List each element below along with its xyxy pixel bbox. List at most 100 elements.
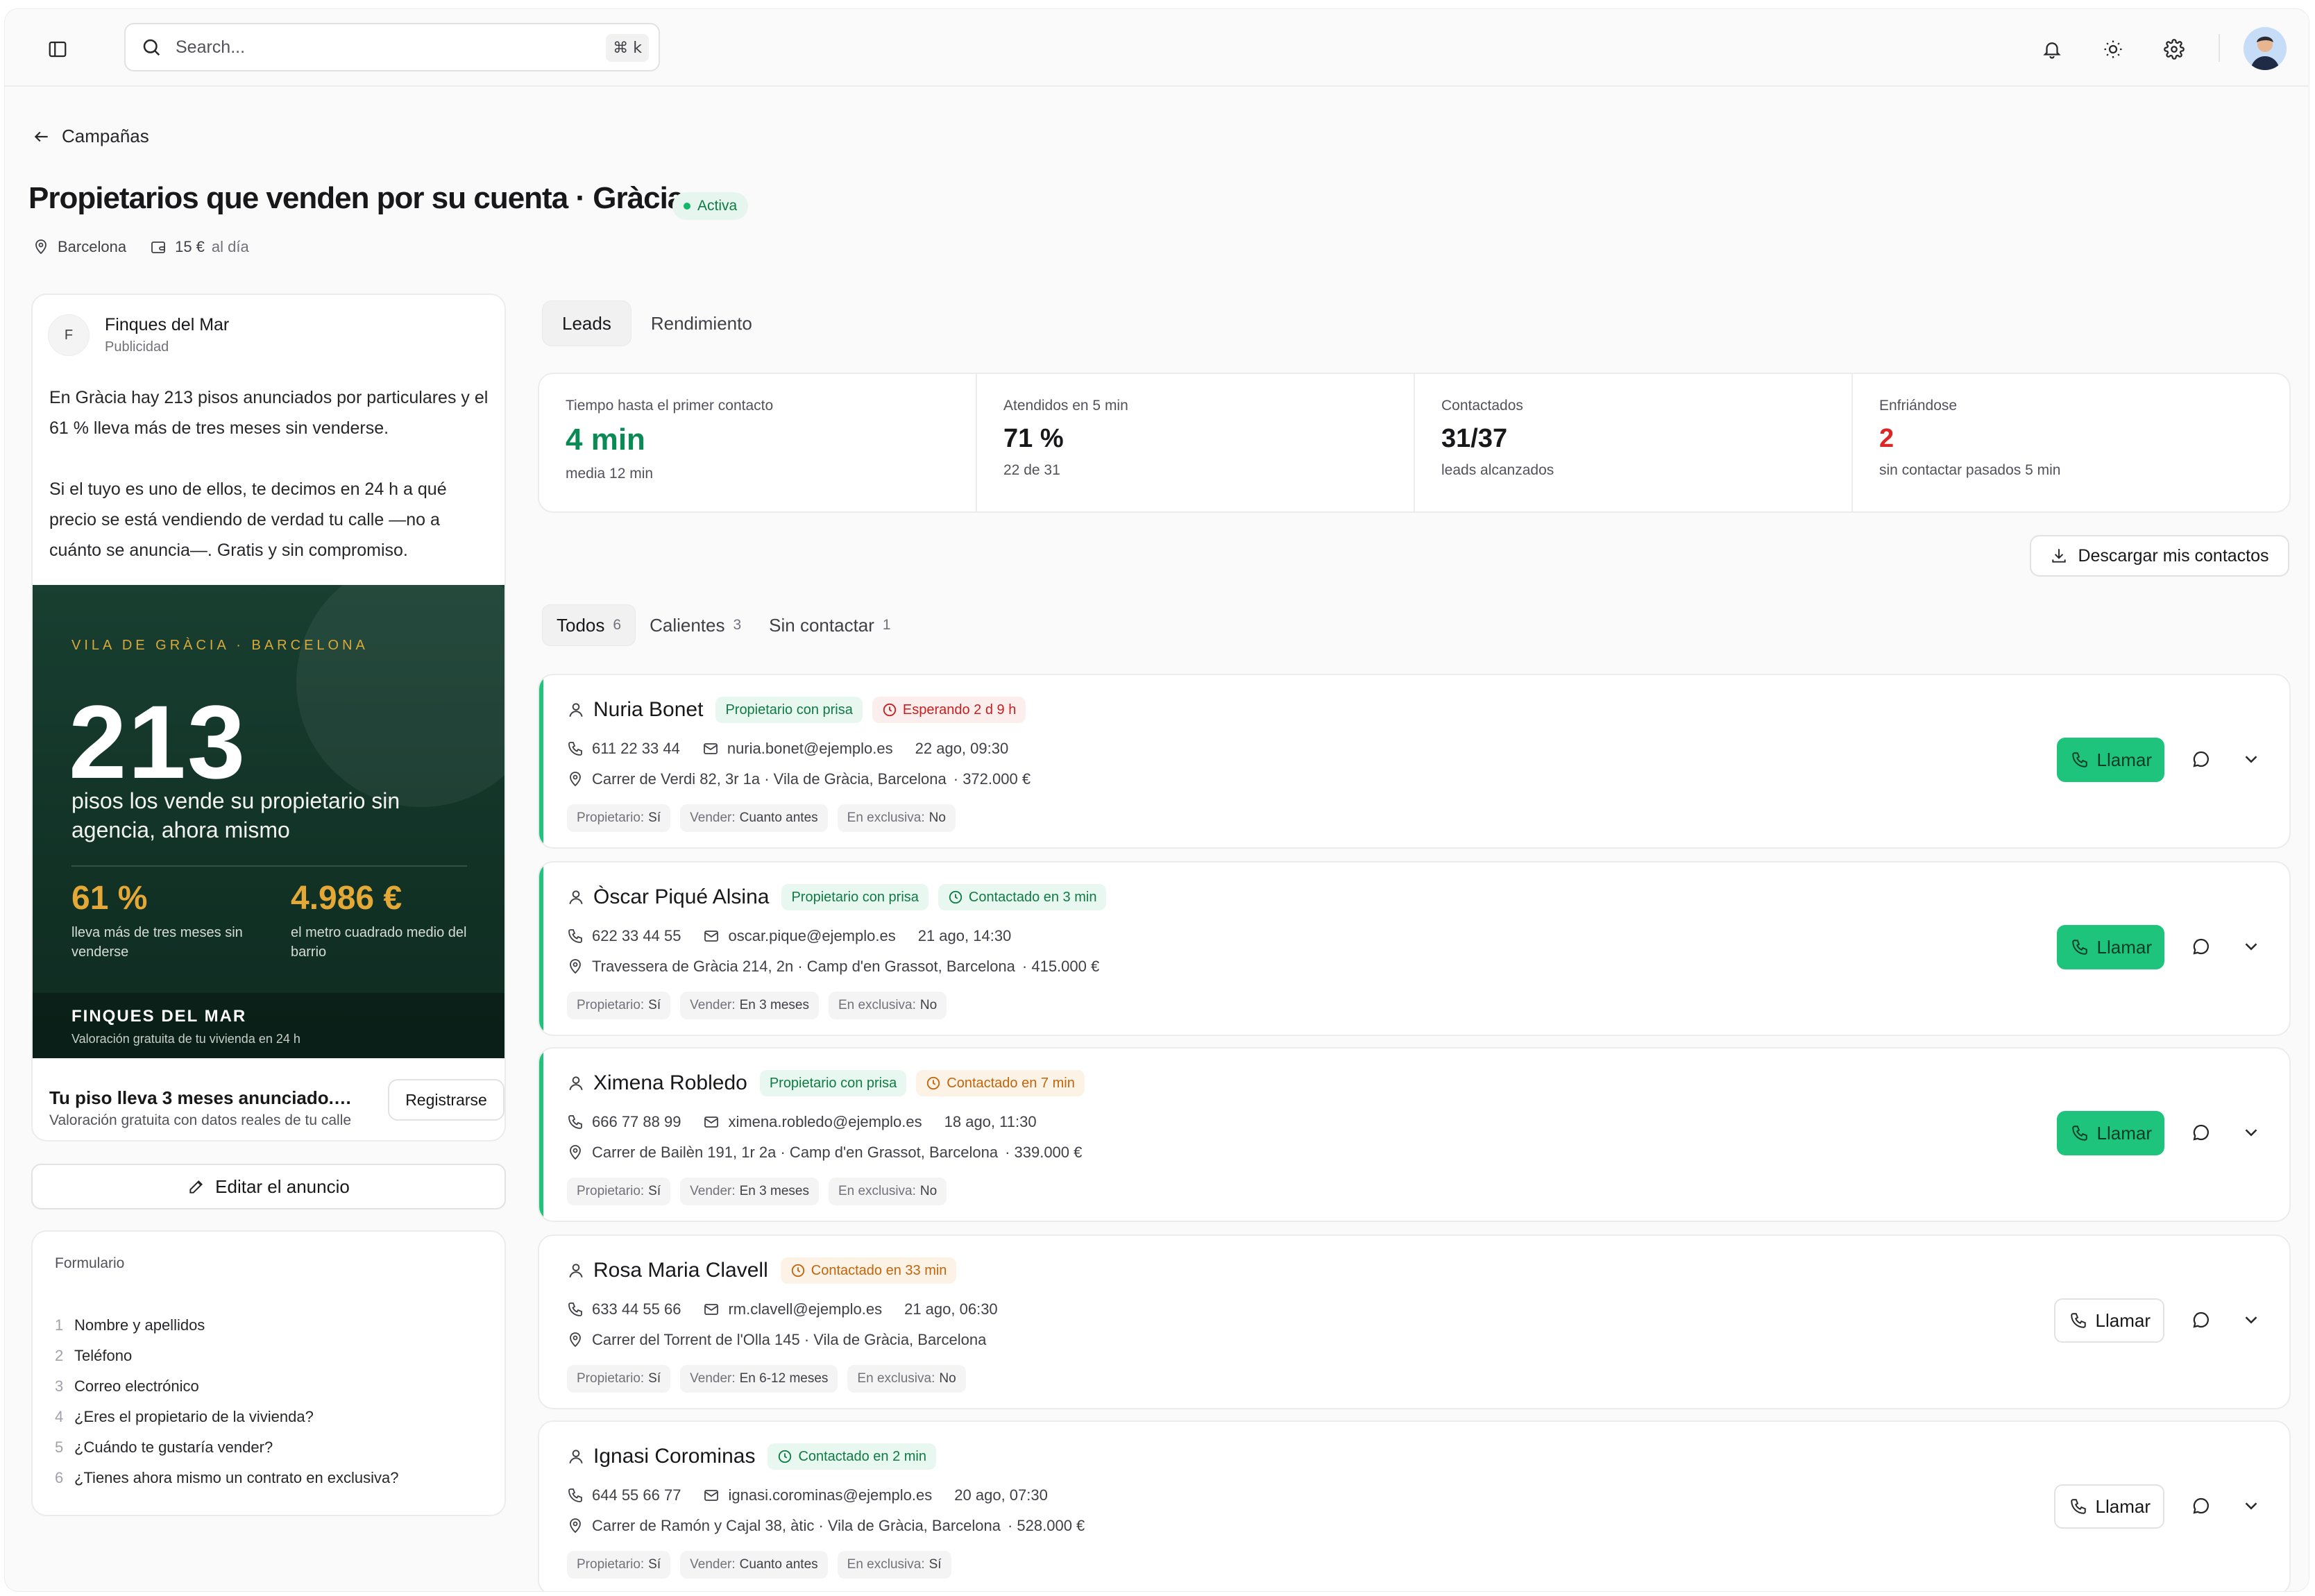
advertiser-avatar: F bbox=[48, 314, 90, 356]
chevron-down-icon[interactable] bbox=[2241, 749, 2262, 773]
stat-value: 61 % bbox=[71, 880, 148, 917]
lead-email[interactable]: oscar.pique@ejemplo.es bbox=[728, 927, 895, 945]
location-pin-icon bbox=[33, 239, 49, 255]
user-icon bbox=[567, 1262, 585, 1280]
chevron-down-icon[interactable] bbox=[2241, 1309, 2262, 1334]
form-card: Formulario 1 Nombre y apellidos 2 Teléfono… bbox=[31, 1230, 506, 1516]
chevron-down-icon[interactable] bbox=[2241, 936, 2262, 960]
download-icon bbox=[2050, 547, 2068, 565]
lead-email[interactable]: nuria.bonet@ejemplo.es bbox=[727, 740, 893, 758]
avatar[interactable] bbox=[2244, 27, 2287, 70]
user-icon bbox=[567, 1074, 585, 1092]
location: Barcelona bbox=[58, 238, 127, 255]
location-pin-icon bbox=[567, 771, 584, 788]
chevron-down-icon[interactable] bbox=[2241, 1495, 2262, 1520]
wallet-icon bbox=[150, 239, 167, 255]
message-icon[interactable] bbox=[2191, 1309, 2212, 1334]
lead-card[interactable]: Rosa Maria Clavell Contactado en 33 min … bbox=[538, 1234, 2291, 1409]
lead-status-badge: Contactado en 7 min bbox=[916, 1070, 1085, 1096]
owner-chip: Propietario: Sí bbox=[567, 992, 671, 1019]
lead-phone[interactable]: 666 77 88 99 bbox=[592, 1113, 681, 1131]
search-input[interactable]: Search... ⌘ k bbox=[124, 23, 660, 71]
tab-leads[interactable]: Leads bbox=[542, 300, 631, 346]
stat-label: el metro cuadrado medio del barrio bbox=[291, 925, 467, 960]
sun-icon[interactable] bbox=[2099, 35, 2127, 63]
user-icon bbox=[567, 888, 585, 906]
exclusive-chip: En exclusiva: No bbox=[828, 1178, 947, 1205]
tab-rendimiento[interactable]: Rendimiento bbox=[631, 300, 772, 346]
lead-name: Ximena Robledo bbox=[593, 1071, 747, 1094]
owner-chip: Propietario: Sí bbox=[567, 1551, 671, 1579]
gear-icon[interactable] bbox=[2160, 35, 2188, 63]
message-icon[interactable] bbox=[2191, 1122, 2212, 1146]
pencil-icon bbox=[187, 1178, 205, 1196]
lead-card[interactable]: Ignasi Corominas Contactado en 2 min 644… bbox=[538, 1420, 2291, 1591]
topbar: Search... ⌘ k bbox=[5, 9, 2309, 87]
view-tabs: Leads Rendimiento bbox=[542, 300, 772, 346]
sponsored-label: Publicidad bbox=[105, 339, 169, 355]
lead-phone[interactable]: 633 44 55 66 bbox=[592, 1300, 681, 1318]
lead-email[interactable]: rm.clavell@ejemplo.es bbox=[728, 1300, 882, 1318]
breadcrumb[interactable]: Campañas bbox=[33, 126, 149, 147]
clock-icon bbox=[927, 1076, 940, 1090]
exclusive-chip: En exclusiva: No bbox=[828, 992, 947, 1019]
bell-icon[interactable] bbox=[2038, 35, 2066, 63]
ad-preview-card: F Finques del Mar Publicidad En Gràcia h… bbox=[31, 294, 506, 1141]
lead-status-badge: Contactado en 2 min bbox=[768, 1443, 936, 1470]
lead-phone[interactable]: 611 22 33 44 bbox=[592, 740, 680, 758]
lead-email[interactable]: ximena.robledo@ejemplo.es bbox=[728, 1113, 922, 1131]
budget: 15 € bbox=[175, 238, 205, 255]
lead-price: · 372.000 € bbox=[953, 770, 1031, 788]
lead-address: Carrer de Bailèn 191, 1r 2a · Camp d'en … bbox=[592, 1144, 999, 1161]
message-icon[interactable] bbox=[2191, 1495, 2212, 1520]
urgency-tag: Propietario con prisa bbox=[715, 697, 863, 723]
lead-status-badge: Esperando 2 d 9 h bbox=[872, 697, 1026, 723]
lead-card[interactable]: Nuria Bonet Propietario con prisa Espera… bbox=[538, 674, 2291, 849]
lead-phone[interactable]: 644 55 66 77 bbox=[592, 1486, 681, 1504]
download-label: Descargar mis contactos bbox=[2078, 545, 2269, 566]
filter-calientes[interactable]: Calientes 3 bbox=[636, 604, 755, 646]
creative-big-number: 213 bbox=[69, 684, 247, 800]
lead-address: Carrer del Torrent de l'Olla 145 · Vila … bbox=[592, 1331, 987, 1348]
lead-card[interactable]: Ximena Robledo Propietario con prisa Con… bbox=[538, 1047, 2291, 1222]
lead-name: Òscar Piqué Alsina bbox=[593, 885, 770, 908]
search-icon bbox=[141, 37, 162, 58]
phone-icon bbox=[567, 928, 584, 944]
sidebar-toggle-icon[interactable] bbox=[45, 37, 70, 62]
phone-icon bbox=[567, 1301, 584, 1318]
phone-icon bbox=[2071, 752, 2087, 767]
form-field-item: 6 ¿Tienes ahora mismo un contrato en excl… bbox=[55, 1469, 399, 1486]
metric-attended-5min: Atendidos en 5 min 71 % 22 de 31 bbox=[977, 374, 1415, 511]
register-button[interactable]: Registrarse bbox=[388, 1079, 504, 1121]
lead-address: Travessera de Gràcia 214, 2n · Camp d'en… bbox=[592, 958, 1015, 975]
call-button[interactable]: Llamar bbox=[2056, 738, 2164, 782]
filter-todos[interactable]: Todos 6 bbox=[542, 604, 636, 646]
edit-ad-button[interactable]: Editar el anuncio bbox=[31, 1164, 506, 1209]
ad-footer: Tu piso lleva 3 meses anunciado. ¿Sabes … bbox=[49, 1072, 504, 1135]
decorative-circle bbox=[296, 585, 504, 807]
filter-sin-contactar[interactable]: Sin contactar 1 bbox=[755, 604, 904, 646]
creative-brand: FINQUES DEL MAR bbox=[71, 1007, 247, 1026]
ad-headline: Tu piso lleva 3 meses anunciado. ¿Sabes … bbox=[49, 1087, 355, 1108]
arrow-left-icon bbox=[33, 128, 51, 146]
lead-card[interactable]: Òscar Piqué Alsina Propietario con prisa… bbox=[538, 861, 2291, 1036]
call-button[interactable]: Llamar bbox=[2056, 925, 2164, 969]
lead-status-badge: Contactado en 33 min bbox=[780, 1257, 957, 1284]
call-button[interactable]: Llamar bbox=[2053, 1298, 2164, 1343]
metric-first-contact: Tiempo hasta el primer contacto 4 min me… bbox=[539, 374, 977, 511]
lead-phone[interactable]: 622 33 44 55 bbox=[592, 927, 681, 945]
lead-price: · 339.000 € bbox=[1005, 1144, 1083, 1161]
page-title: Propietarios que venden por su cuenta · … bbox=[28, 181, 684, 215]
call-button[interactable]: Llamar bbox=[2053, 1484, 2164, 1529]
lead-email[interactable]: ignasi.corominas@ejemplo.es bbox=[728, 1486, 932, 1504]
download-contacts-button[interactable]: Descargar mis contactos bbox=[2030, 535, 2289, 577]
shortcut-hint: ⌘ k bbox=[606, 34, 649, 62]
clock-icon bbox=[791, 1264, 804, 1277]
chevron-down-icon[interactable] bbox=[2241, 1122, 2262, 1146]
lead-status-badge: Contactado en 3 min bbox=[938, 884, 1107, 910]
message-icon[interactable] bbox=[2191, 749, 2212, 773]
call-button[interactable]: Llamar bbox=[2056, 1111, 2164, 1155]
ad-paragraph: Si el tuyo es uno de ellos, te decimos e… bbox=[49, 479, 447, 560]
message-icon[interactable] bbox=[2191, 936, 2212, 960]
mail-icon bbox=[703, 1114, 720, 1130]
